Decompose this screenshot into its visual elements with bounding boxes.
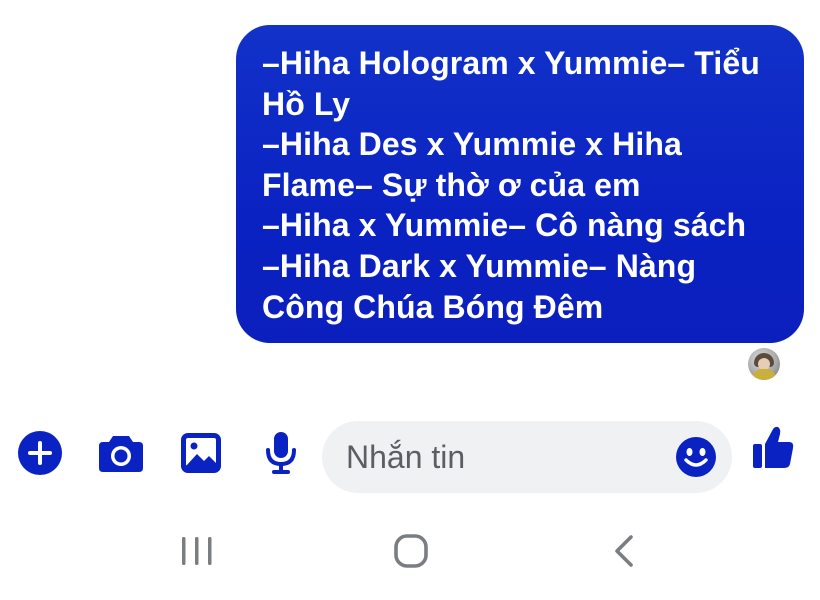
emoji-icon[interactable] <box>676 437 716 477</box>
message-line: Flame– Sự thờ ơ của em <box>262 166 641 203</box>
message-line: –Hiha Dark x Yummie– Nàng <box>262 247 697 284</box>
message-line: –Hiha x Yummie– Cô nàng sách <box>262 207 747 244</box>
microphone-icon[interactable] <box>264 430 298 476</box>
message-line: –Hiha Des x Yummie x Hiha <box>262 126 682 163</box>
seen-by-avatar[interactable] <box>748 348 780 380</box>
message-composer[interactable] <box>322 421 732 493</box>
message-input[interactable] <box>346 421 666 493</box>
plus-icon[interactable] <box>18 431 62 475</box>
sent-message-bubble[interactable]: –Hiha Hologram x Yummie– Tiểu Hồ Ly –Hih… <box>236 25 804 343</box>
message-line: Công Chúa Bóng Đêm <box>262 288 604 325</box>
image-icon[interactable] <box>180 432 222 474</box>
message-line: Hồ Ly <box>262 85 351 122</box>
messenger-chat-screen: –Hiha Hologram x Yummie– Tiểu Hồ Ly –Hih… <box>0 0 820 600</box>
camera-icon[interactable] <box>98 432 144 474</box>
home-icon[interactable] <box>393 533 429 569</box>
back-icon[interactable] <box>611 533 637 569</box>
message-line: –Hiha Hologram x Yummie– Tiểu <box>262 45 760 81</box>
avatar-shirt <box>752 369 776 380</box>
recent-apps-icon[interactable] <box>180 535 214 567</box>
thumbs-up-icon[interactable] <box>752 424 794 470</box>
